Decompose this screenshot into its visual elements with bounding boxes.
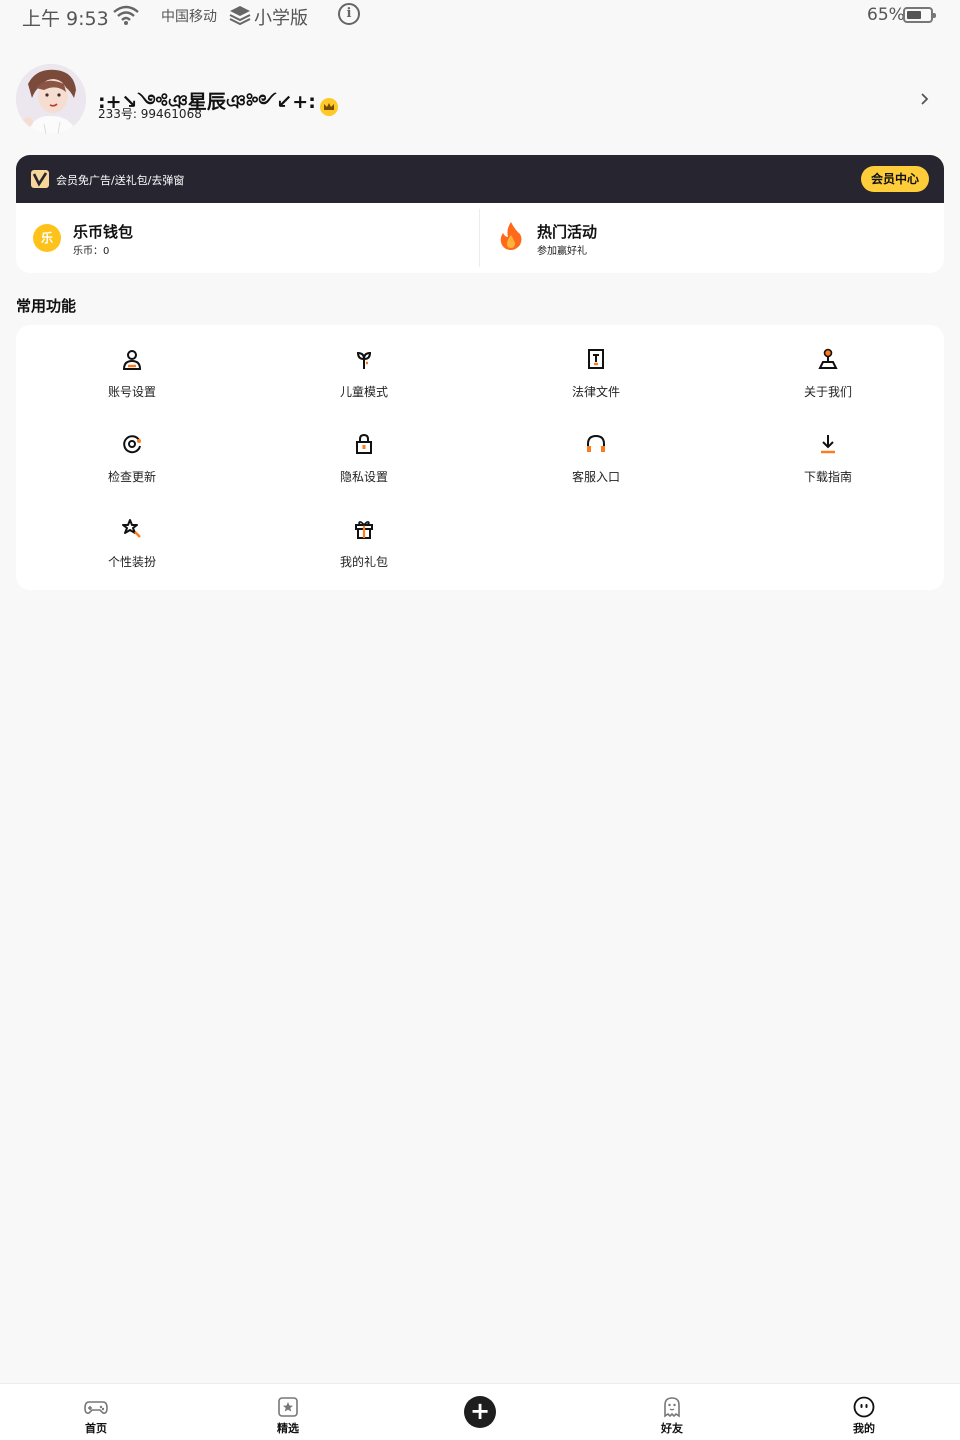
nav-home[interactable]: 首页 bbox=[66, 1384, 126, 1440]
activity-subtitle: 参加赢好礼 bbox=[537, 246, 587, 257]
battery-percent: 65% bbox=[867, 5, 905, 25]
legal-documents-item[interactable]: 法律文件 bbox=[480, 325, 712, 405]
plus-icon[interactable]: + bbox=[464, 1396, 496, 1428]
profile-header[interactable]: :+↘༺ঞ星辰ঞ༻↙+: 233号: 99461068 bbox=[16, 64, 944, 136]
crown-icon bbox=[319, 98, 338, 116]
function-label: 儿童模式 bbox=[339, 385, 388, 399]
ghost-icon bbox=[660, 1395, 684, 1419]
nav-featured[interactable]: 精选 bbox=[258, 1384, 318, 1440]
function-label: 法律文件 bbox=[571, 385, 620, 399]
privacy-settings-item[interactable]: 隐私设置 bbox=[248, 410, 480, 490]
function-label: 隐私设置 bbox=[339, 470, 388, 484]
fire-icon bbox=[499, 221, 523, 255]
nav-mine[interactable]: 我的 bbox=[834, 1384, 894, 1440]
member-center-button[interactable]: 会员中心 bbox=[861, 166, 929, 192]
gift-icon bbox=[352, 517, 376, 541]
vip-banner[interactable]: 会员免广告/送礼包/去弹窗 会员中心 bbox=[16, 155, 944, 203]
location-pin-icon bbox=[816, 347, 840, 371]
function-label: 下载指南 bbox=[803, 470, 852, 484]
section-title: 常用功能 bbox=[16, 297, 77, 315]
function-label: 账号设置 bbox=[107, 385, 156, 399]
nav-label: 精选 bbox=[277, 1422, 299, 1435]
vip-logo-icon bbox=[31, 170, 49, 188]
function-grid: 账号设置 儿童模式 法律文件 关于我们 检查更新 隐私设置 客服入口 下载指南 … bbox=[16, 325, 944, 590]
download-icon bbox=[816, 432, 840, 456]
user-id: 233号: 99461068 bbox=[98, 107, 202, 121]
gamepad-icon bbox=[84, 1395, 108, 1419]
document-icon bbox=[584, 347, 608, 371]
member-card: 会员免广告/送礼包/去弹窗 会员中心 乐 乐币钱包 乐币：0 热门活动 参加赢好… bbox=[16, 155, 944, 273]
update-icon bbox=[120, 432, 144, 456]
headset-icon bbox=[584, 432, 608, 456]
function-label: 个性装扮 bbox=[107, 555, 156, 569]
function-label: 客服入口 bbox=[571, 470, 620, 484]
kids-mode-item[interactable]: 儿童模式 bbox=[248, 325, 480, 405]
star-square-icon bbox=[276, 1395, 300, 1419]
carrier-name: 中国移动 bbox=[161, 9, 217, 25]
wifi-icon bbox=[112, 4, 140, 30]
function-label: 我的礼包 bbox=[339, 555, 388, 569]
coin-wallet[interactable]: 乐 乐币钱包 乐币：0 bbox=[16, 203, 479, 273]
personal-dressup-item[interactable]: 个性装扮 bbox=[16, 495, 248, 575]
vip-promo-text: 会员免广告/送礼包/去弹窗 bbox=[56, 174, 185, 187]
about-us-item[interactable]: 关于我们 bbox=[712, 325, 944, 405]
info-icon[interactable]: i bbox=[338, 3, 360, 25]
nav-label: 首页 bbox=[85, 1422, 107, 1435]
wallet-title: 乐币钱包 bbox=[73, 223, 134, 241]
wallet-balance: 乐币：0 bbox=[73, 246, 110, 257]
download-guide-item[interactable]: 下载指南 bbox=[712, 410, 944, 490]
customer-service-item[interactable]: 客服入口 bbox=[480, 410, 712, 490]
nav-label: 好友 bbox=[661, 1422, 683, 1435]
check-update-item[interactable]: 检查更新 bbox=[16, 410, 248, 490]
sprout-icon bbox=[352, 347, 376, 371]
user-icon bbox=[120, 347, 144, 371]
lock-icon bbox=[352, 432, 376, 456]
hot-activity[interactable]: 热门活动 参加赢好礼 bbox=[480, 203, 944, 273]
account-settings-item[interactable]: 账号设置 bbox=[16, 325, 248, 405]
star-wand-icon bbox=[120, 517, 144, 541]
battery-icon bbox=[903, 7, 936, 23]
status-bar: 上午 9:53 中国移动 小学版 i 65% bbox=[0, 0, 960, 30]
layers-icon bbox=[228, 4, 252, 30]
chevron-right-icon[interactable] bbox=[920, 90, 930, 111]
nav-label: 我的 bbox=[853, 1422, 875, 1435]
my-gifts-item[interactable]: 我的礼包 bbox=[248, 495, 480, 575]
function-label: 检查更新 bbox=[107, 470, 156, 484]
avatar[interactable] bbox=[16, 64, 86, 134]
nav-friends[interactable]: 好友 bbox=[642, 1384, 702, 1440]
activity-title: 热门活动 bbox=[537, 223, 598, 241]
app-edition: 小学版 bbox=[254, 8, 308, 29]
function-label: 关于我们 bbox=[803, 385, 852, 399]
bottom-nav: 首页 精选 + 好友 我的 bbox=[0, 1383, 960, 1440]
face-icon bbox=[852, 1395, 876, 1419]
coin-icon: 乐 bbox=[33, 224, 61, 252]
status-time: 上午 9:53 bbox=[22, 8, 109, 30]
